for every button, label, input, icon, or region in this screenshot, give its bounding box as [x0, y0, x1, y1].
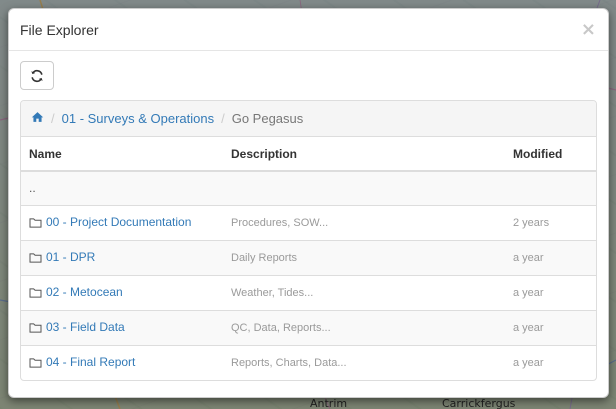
refresh-button[interactable] — [20, 61, 54, 90]
folder-modified: 2 years — [505, 204, 596, 240]
breadcrumb-separator: / — [51, 111, 55, 126]
folder-icon — [29, 287, 42, 301]
table-row[interactable]: 01 - DPR Daily Reports a year — [21, 239, 596, 275]
column-header-modified[interactable]: Modified — [505, 137, 596, 172]
table-row[interactable]: 03 - Field Data QC, Data, Reports... a y… — [21, 309, 596, 345]
modal-header: File Explorer × — [9, 9, 608, 51]
close-button[interactable]: × — [581, 20, 596, 39]
breadcrumb-item-surveys[interactable]: 01 - Surveys & Operations — [62, 111, 214, 126]
folder-icon — [29, 217, 42, 231]
folder-modified: a year — [505, 344, 596, 380]
column-header-name[interactable]: Name — [21, 137, 223, 172]
table-row[interactable]: 04 - Final Report Reports, Charts, Data.… — [21, 344, 596, 380]
folder-icon — [29, 357, 42, 371]
folder-link[interactable]: 00 - Project Documentation — [46, 215, 191, 229]
modal-title: File Explorer — [20, 21, 99, 38]
breadcrumb-separator: / — [221, 111, 225, 126]
folder-description: Procedures, SOW... — [223, 204, 505, 240]
parent-directory-link[interactable]: .. — [21, 171, 223, 205]
table-row[interactable]: 02 - Metocean Weather, Tides... a year — [21, 274, 596, 310]
folder-icon — [29, 252, 42, 266]
parent-directory-row[interactable]: .. — [21, 171, 596, 205]
folder-link[interactable]: 01 - DPR — [46, 250, 95, 264]
breadcrumb: / 01 - Surveys & Operations / Go Pegasus — [21, 101, 596, 137]
home-icon[interactable] — [31, 111, 44, 126]
folder-link[interactable]: 03 - Field Data — [46, 320, 125, 334]
table-header: Name Description Modified — [21, 137, 596, 172]
folder-modified: a year — [505, 239, 596, 275]
folder-description: QC, Data, Reports... — [223, 309, 505, 345]
table-row[interactable]: 00 - Project Documentation Procedures, S… — [21, 204, 596, 240]
folder-modified: a year — [505, 274, 596, 310]
folder-icon — [29, 322, 42, 336]
file-explorer-modal: File Explorer × / 01 - Surveys & Operati… — [8, 8, 609, 398]
file-panel: / 01 - Surveys & Operations / Go Pegasus… — [20, 100, 597, 381]
folder-description: Daily Reports — [223, 239, 505, 275]
file-table: Name Description Modified .. 00 - Projec… — [21, 137, 596, 380]
modal-body: / 01 - Surveys & Operations / Go Pegasus… — [9, 51, 608, 381]
folder-description: Reports, Charts, Data... — [223, 344, 505, 380]
column-header-description[interactable]: Description — [223, 137, 505, 172]
folder-link[interactable]: 04 - Final Report — [46, 355, 135, 369]
folder-description: Weather, Tides... — [223, 274, 505, 310]
folder-link[interactable]: 02 - Metocean — [46, 285, 123, 299]
folder-modified: a year — [505, 309, 596, 345]
breadcrumb-current: Go Pegasus — [231, 111, 304, 126]
refresh-icon — [31, 69, 43, 82]
